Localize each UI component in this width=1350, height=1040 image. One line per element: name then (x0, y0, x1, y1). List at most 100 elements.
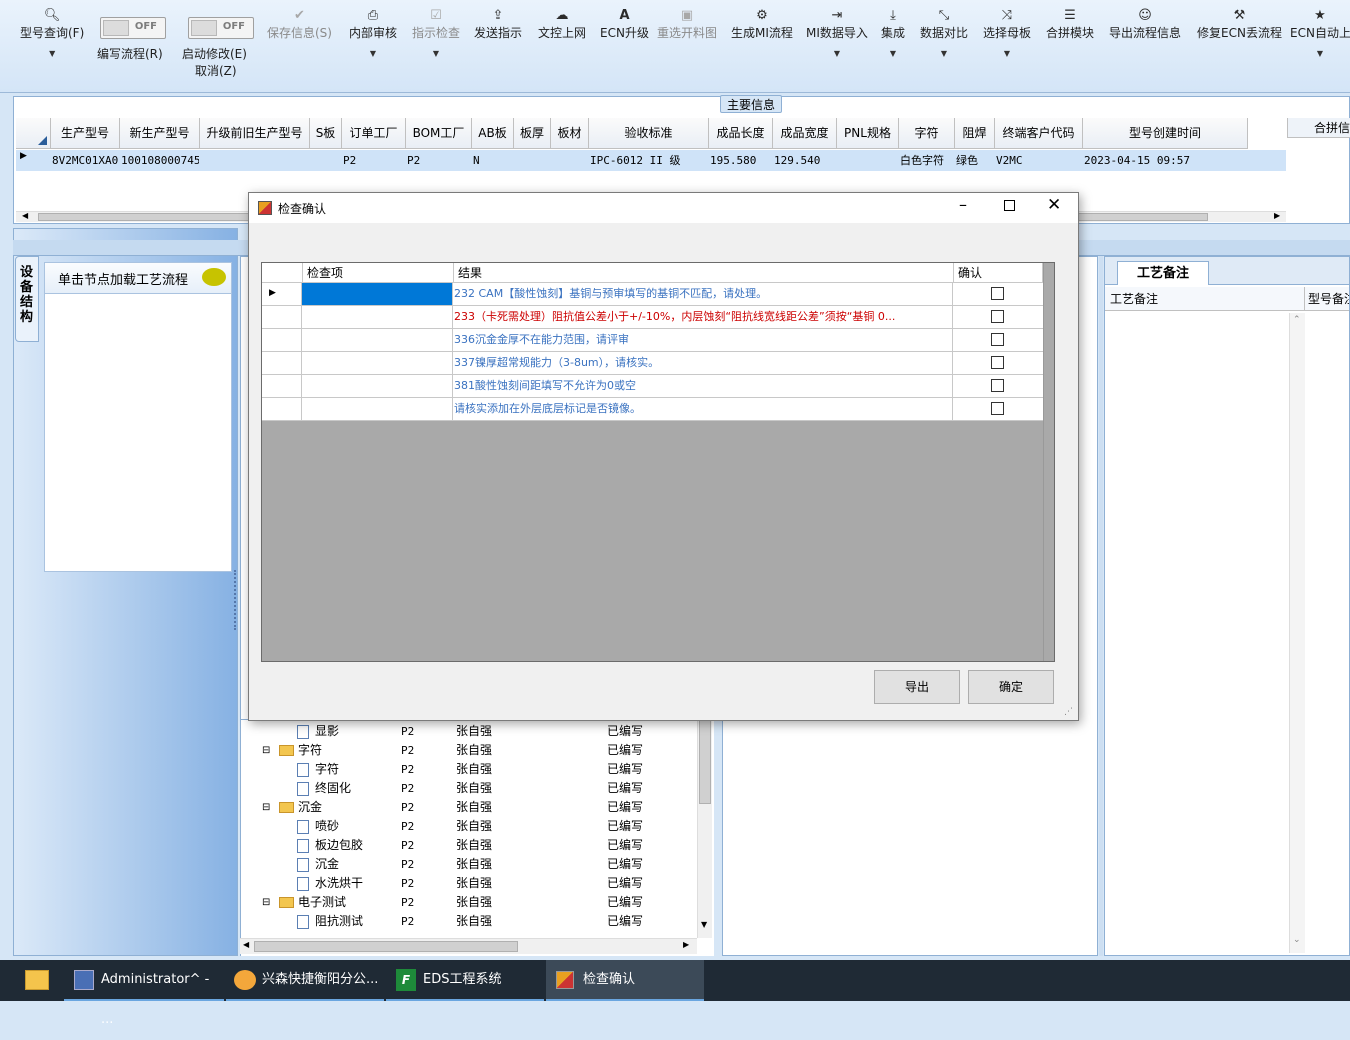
ecn-auto-button[interactable]: ★ECN自动上网▼ (1290, 8, 1350, 58)
tree-row[interactable]: 喷砂 P2 张自强 已编写 (241, 817, 696, 836)
ecn-upgrade-button[interactable]: A ECN升级 (600, 8, 649, 41)
data-compare-button[interactable]: ⤡ 数据对比 ▼ (920, 8, 968, 58)
row-header[interactable] (262, 375, 302, 397)
column-header[interactable]: 成品长度 (709, 118, 773, 149)
collapse-icon[interactable]: ⊟ (262, 798, 270, 817)
collapse-icon[interactable]: ⊟ (262, 893, 270, 912)
tree-row[interactable]: 沉金 P2 张自强 已编写 (241, 855, 696, 874)
row-header[interactable] (262, 352, 302, 374)
ok-button[interactable]: 确定 (968, 670, 1054, 704)
check-item-cell[interactable] (302, 375, 453, 397)
tree-row[interactable]: ⊟ 沉金 P2 张自强 已编写 (241, 798, 696, 817)
start-modify-toggle[interactable]: OFF (188, 17, 254, 39)
check-item-cell[interactable] (302, 283, 453, 305)
internal-review-button[interactable]: ⎙ 内部审核 ▼ (349, 8, 397, 58)
column-header[interactable]: 板厚 (514, 118, 551, 149)
row-header[interactable] (262, 398, 302, 420)
column-header[interactable]: S板 (310, 118, 342, 149)
confirm-checkbox[interactable] (991, 310, 1004, 323)
column-header[interactable]: 字符 (899, 118, 955, 149)
result-cell[interactable]: 336沉金金厚不在能力范围，请评审 (453, 329, 953, 351)
file-explorer-icon[interactable] (25, 970, 49, 990)
column-header[interactable]: 验收标准 (589, 118, 709, 149)
minimize-icon[interactable]: – (959, 195, 967, 214)
edit-flow-toggle[interactable]: OFF (100, 17, 166, 39)
tab-process-remarks[interactable]: 工艺备注 (1117, 261, 1209, 285)
close-icon[interactable]: ✕ (1047, 195, 1061, 215)
column-header[interactable]: 成品宽度 (773, 118, 837, 149)
tree-row[interactable]: 阻抗测试 P2 张自强 已编写 (241, 912, 696, 931)
check-row[interactable]: 381酸性蚀刻间距填写不允许为0或空 (262, 375, 1043, 398)
column-header[interactable]: PNL规格 (837, 118, 899, 149)
confirm-checkbox[interactable] (991, 287, 1004, 300)
integrate-button[interactable]: ⤓ 集成 ▼ (881, 8, 905, 58)
merge-module-button[interactable]: ☰ 合拼模块 (1046, 8, 1094, 41)
column-header[interactable]: 终端客户代码 (995, 118, 1083, 149)
column-header[interactable]: 升级前旧生产型号 (200, 118, 310, 149)
confirm-checkbox[interactable] (991, 333, 1004, 346)
taskbar-item-eds[interactable]: F EDS工程系统 (386, 960, 544, 1001)
splitter-right[interactable] (1099, 256, 1103, 956)
export-flow-button[interactable]: ☺ 导出流程信息 (1109, 8, 1181, 41)
side-tab-equipment[interactable]: 设备结构 (15, 256, 39, 342)
dialog-titlebar[interactable]: 检查确认 – ✕ (249, 193, 1078, 223)
column-header[interactable]: AB板 (472, 118, 514, 149)
model-query-button[interactable]: 🔍︎ 型号查询(F) ▼ (20, 8, 84, 58)
result-cell[interactable]: 232 CAM【酸性蚀刻】基铜与预审填写的基铜不匹配，请处理。 (453, 283, 953, 305)
cancel-label[interactable]: 取消(Z) (195, 62, 237, 79)
collapse-icon[interactable]: ⊟ (262, 741, 270, 760)
tree-row[interactable]: 终固化 P2 张自强 已编写 (241, 779, 696, 798)
check-item-cell[interactable] (302, 398, 453, 420)
column-header[interactable]: 板材 (551, 118, 589, 149)
tree-row[interactable]: 板边包胶 P2 张自强 已编写 (241, 836, 696, 855)
check-row[interactable]: 233（卡死需处理）阻抗值公差小于+/-10%，内层蚀刻“阻抗线宽线距公差”须按… (262, 306, 1043, 329)
tree-row[interactable]: 字符 P2 张自强 已编写 (241, 760, 696, 779)
tree-row[interactable]: 水洗烘干 P2 张自强 已编写 (241, 874, 696, 893)
splitter-handle[interactable] (234, 570, 239, 630)
save-info-button[interactable]: ✔ 保存信息(S) (267, 8, 332, 41)
scrollbar-thumb[interactable] (254, 941, 518, 952)
check-row[interactable]: ▶ 232 CAM【酸性蚀刻】基铜与预审填写的基铜不匹配，请处理。 (262, 283, 1043, 306)
column-header[interactable]: 订单工厂 (342, 118, 406, 149)
confirm-checkbox[interactable] (991, 402, 1004, 415)
tree-row[interactable]: ⊟ 电子测试 P2 张自强 已编写 (241, 893, 696, 912)
confirm-checkbox[interactable] (991, 379, 1004, 392)
check-item-cell[interactable] (302, 306, 453, 328)
taskbar-item-browser[interactable]: 兴森快捷衡阳分公... (226, 960, 384, 1001)
check-row[interactable]: 337镍厚超常规能力（3-8um），请核实。 (262, 352, 1043, 375)
check-row[interactable]: 336沉金金厚不在能力范围，请评审 (262, 329, 1043, 352)
mi-import-button[interactable]: ⇥ MI数据导入 ▼ (806, 8, 868, 58)
col-result[interactable]: 结果 (454, 263, 954, 283)
row-header[interactable] (262, 329, 302, 351)
doc-upload-button[interactable]: ☁ 文控上网 (538, 8, 586, 41)
repair-ecn-button[interactable]: ⚒ 修复ECN丢流程 (1197, 8, 1282, 41)
taskbar-item-check-confirm[interactable]: 检查确认 (546, 960, 704, 1001)
grid-corner[interactable] (16, 118, 51, 149)
tree-vertical-scrollbar[interactable]: ▼ (697, 720, 712, 938)
result-cell[interactable]: 381酸性蚀刻间距填写不允许为0或空 (453, 375, 953, 397)
result-cell[interactable]: 337镍厚超常规能力（3-8um），请核实。 (453, 352, 953, 374)
vertical-scrollbar[interactable]: ⌃ ⌄ (1289, 313, 1305, 953)
row-header[interactable] (262, 306, 302, 328)
col-confirm[interactable]: 确认 (954, 263, 1043, 283)
result-cell[interactable]: 233（卡死需处理）阻抗值公差小于+/-10%，内层蚀刻“阻抗线宽线距公差”须按… (453, 306, 953, 328)
col-process-remarks[interactable]: 工艺备注 (1105, 287, 1305, 311)
taskbar-item-administrator[interactable]: Administrator^ - ... (64, 960, 224, 1027)
maximize-icon[interactable] (1004, 200, 1015, 211)
column-header[interactable]: 型号创建时间 (1083, 118, 1248, 149)
reselect-drawing-button[interactable]: ▣ 重选开料图 (657, 8, 717, 41)
col-check-item[interactable]: 检查项 (303, 263, 454, 283)
row-header[interactable]: ▶ (262, 283, 302, 305)
check-item-cell[interactable] (302, 329, 453, 351)
column-header[interactable]: 生产型号 (51, 118, 120, 149)
indicator-check-button[interactable]: ☑ 指示检查 ▼ (412, 8, 460, 58)
tree-row[interactable]: ⊟ 字符 P2 张自强 已编写 (241, 741, 696, 760)
resize-grip-icon[interactable]: ⋰ (1064, 707, 1073, 717)
scrollbar-thumb[interactable] (699, 720, 711, 804)
select-mother-button[interactable]: ⤨ 选择母板 ▼ (983, 8, 1031, 58)
column-header[interactable]: BOM工厂 (406, 118, 472, 149)
tree-horizontal-scrollbar[interactable]: ◀ ▶ (240, 938, 697, 954)
result-cell[interactable]: 请核实添加在外层底层标记是否镜像。 (453, 398, 953, 420)
column-header[interactable]: 新生产型号 (120, 118, 200, 149)
export-button[interactable]: 导出 (874, 670, 960, 704)
